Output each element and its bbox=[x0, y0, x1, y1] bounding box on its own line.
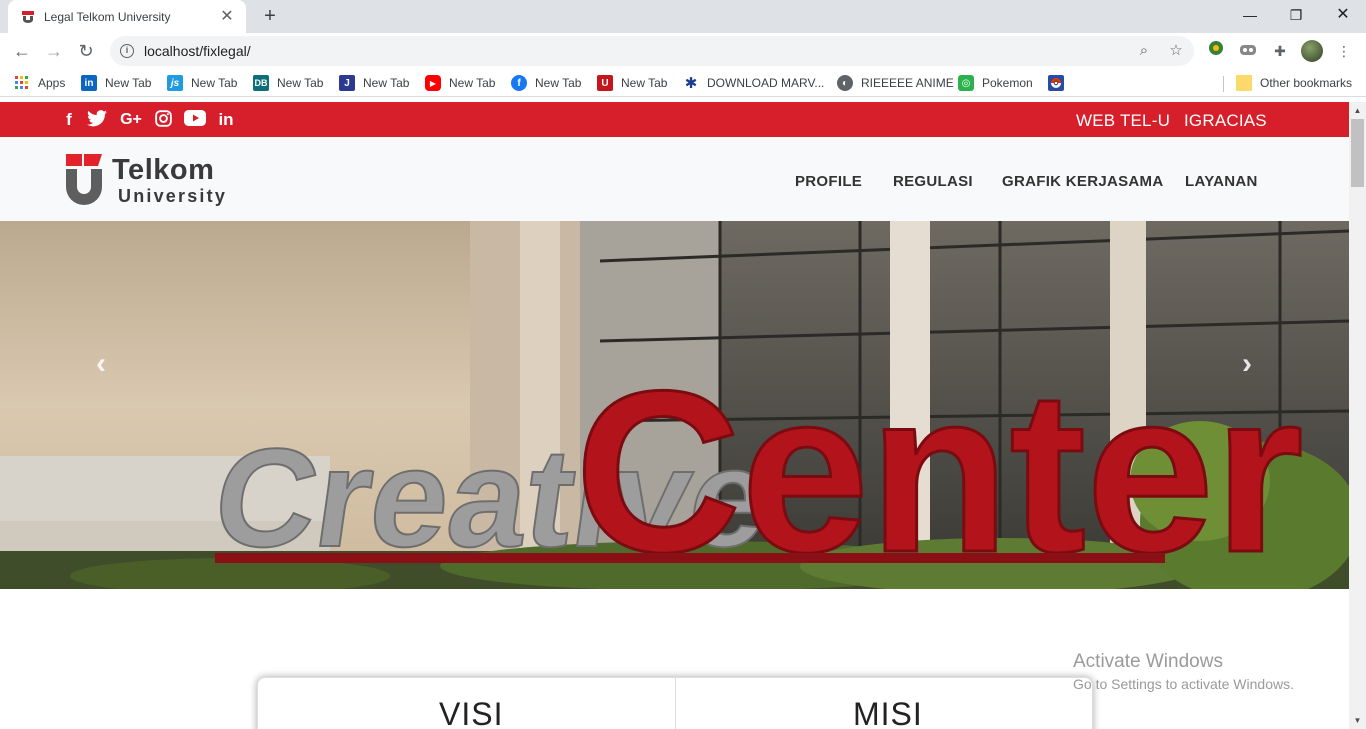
scroll-up-icon[interactable]: ▲ bbox=[1349, 102, 1366, 119]
profile-avatar[interactable] bbox=[1301, 40, 1323, 62]
visi-misi-card: VISI MISI bbox=[257, 677, 1093, 729]
bookmark-anime[interactable]: ◐ RIEEEEE ANIME bbox=[837, 74, 954, 92]
bookmark-star-icon[interactable]: ☆ bbox=[1166, 41, 1186, 61]
zoom-icon[interactable]: ⌕ bbox=[1134, 41, 1154, 61]
reload-button[interactable]: ↻ bbox=[72, 37, 100, 65]
misi-heading: MISI bbox=[853, 696, 923, 729]
bookmark-label: New Tab bbox=[363, 76, 410, 90]
bookmark-linkedin[interactable]: in New Tab bbox=[81, 74, 151, 92]
igracias-link[interactable]: IGRACIAS bbox=[1184, 111, 1267, 131]
pokeball-icon bbox=[1048, 75, 1064, 91]
browser-toolbar: ← → ↻ i localhost/fixlegal/ ⌕ ☆ ✚ ⋮ bbox=[0, 33, 1366, 69]
bookmark-pokemon[interactable]: ◎ Pokemon bbox=[958, 74, 1033, 92]
globe-icon: ◐ bbox=[837, 75, 853, 91]
bookmark-apps[interactable]: Apps bbox=[14, 74, 65, 92]
bookmark-label: New Tab bbox=[105, 76, 152, 90]
linkedin-icon: in bbox=[81, 75, 97, 91]
bookmark-label: DOWNLOAD MARV... bbox=[707, 76, 825, 90]
site-info-icon[interactable]: i bbox=[120, 44, 134, 58]
bookmark-download-marv[interactable]: ✱ DOWNLOAD MARV... bbox=[683, 74, 825, 92]
hero-image: Creative Center bbox=[0, 221, 1349, 589]
pinwheel-icon: ✱ bbox=[684, 75, 698, 92]
url-text: localhost/fixlegal/ bbox=[144, 43, 251, 59]
nav-regulasi[interactable]: REGULASI bbox=[893, 173, 973, 190]
nav-layanan[interactable]: LAYANAN bbox=[1185, 173, 1258, 190]
folder-icon bbox=[1236, 75, 1252, 91]
carousel-prev-icon[interactable]: ‹ bbox=[86, 349, 116, 379]
bookmark-label: RIEEEEE ANIME bbox=[861, 76, 954, 90]
chrome-menu-icon[interactable]: ⋮ bbox=[1333, 40, 1355, 62]
bookmark-label: New Tab bbox=[191, 76, 238, 90]
browser-tab[interactable]: Legal Telkom University ✕ bbox=[8, 0, 246, 33]
extension-mask-icon[interactable] bbox=[1237, 40, 1259, 62]
bookmark-js[interactable]: js New Tab bbox=[167, 74, 237, 92]
nav-profile[interactable]: PROFILE bbox=[795, 173, 862, 190]
telkom-logo-mark-icon bbox=[66, 154, 102, 205]
carousel-next-icon[interactable]: › bbox=[1232, 349, 1262, 379]
address-bar[interactable]: i localhost/fixlegal/ ⌕ ☆ bbox=[110, 36, 1194, 66]
visi-heading: VISI bbox=[439, 696, 504, 729]
dev-icon: DB bbox=[253, 75, 269, 91]
bookmark-label: New Tab bbox=[621, 76, 668, 90]
bookmark-label: Apps bbox=[38, 76, 66, 90]
close-window-button[interactable]: ✕ bbox=[1320, 0, 1366, 30]
minimize-button[interactable]: — bbox=[1227, 0, 1273, 30]
logo-text-university: University bbox=[118, 186, 228, 206]
top-social-bar: f G+ in WEB TEL-U IGRACIAS bbox=[0, 102, 1349, 137]
bookmark-jira[interactable]: J New Tab bbox=[339, 74, 409, 92]
telkom-icon: U bbox=[597, 75, 613, 91]
page-scrollbar[interactable]: ▲ ▼ bbox=[1349, 102, 1366, 729]
extension-globe-icon[interactable] bbox=[1205, 40, 1227, 62]
telkom-favicon-icon bbox=[20, 9, 36, 25]
jira-icon: J bbox=[339, 75, 355, 91]
restore-button[interactable]: ❐ bbox=[1273, 0, 1319, 30]
nav-grafik-kerjasama[interactable]: GRAFIK KERJASAMA bbox=[1002, 173, 1163, 190]
hero-carousel: Creative Center ‹ › bbox=[0, 221, 1349, 589]
other-bookmarks-label: Other bookmarks bbox=[1260, 76, 1353, 90]
youtube-icon[interactable] bbox=[183, 110, 207, 130]
instagram-icon[interactable] bbox=[152, 110, 174, 130]
bookmark-label: Pokemon bbox=[982, 76, 1033, 90]
tab-title: Legal Telkom University bbox=[44, 9, 171, 24]
new-tab-button[interactable]: + bbox=[258, 4, 282, 28]
pokemon-icon: ◎ bbox=[958, 75, 974, 91]
bookmark-facebook[interactable]: f New Tab bbox=[511, 74, 581, 92]
web-telu-link[interactable]: WEB TEL-U bbox=[1076, 111, 1170, 131]
bookmarks-separator bbox=[1223, 76, 1224, 92]
forward-button[interactable]: → bbox=[40, 37, 68, 65]
tab-strip: Legal Telkom University ✕ + — ❐ ✕ bbox=[0, 0, 1366, 33]
tab-close-icon[interactable]: ✕ bbox=[218, 8, 236, 26]
bookmark-label: New Tab bbox=[449, 76, 496, 90]
activate-windows-subtitle: Go to Settings to activate Windows. bbox=[1073, 676, 1294, 692]
twitter-icon[interactable] bbox=[86, 110, 108, 130]
bookmarks-bar: Apps in New Tab js New Tab DB New Tab J … bbox=[0, 69, 1366, 97]
bookmark-youtube[interactable]: ▶ New Tab bbox=[425, 74, 495, 92]
google-plus-icon[interactable]: G+ bbox=[118, 110, 144, 130]
bookmark-telkom[interactable]: U New Tab bbox=[597, 74, 667, 92]
apps-grid-icon bbox=[14, 75, 30, 91]
linkedin-icon[interactable]: in bbox=[215, 110, 237, 130]
telkom-university-logo[interactable]: Telkom University bbox=[64, 152, 234, 208]
bookmark-label: New Tab bbox=[535, 76, 582, 90]
other-bookmarks[interactable]: Other bookmarks bbox=[1236, 74, 1352, 92]
card-divider bbox=[675, 678, 676, 729]
facebook-icon: f bbox=[511, 75, 527, 91]
youtube-icon: ▶ bbox=[425, 75, 441, 91]
scroll-down-icon[interactable]: ▼ bbox=[1349, 712, 1366, 729]
scrollbar-thumb[interactable] bbox=[1351, 119, 1364, 187]
bookmark-label: New Tab bbox=[277, 76, 324, 90]
activate-windows-title: Activate Windows bbox=[1073, 651, 1223, 672]
facebook-icon[interactable]: f bbox=[58, 110, 80, 130]
js-icon: js bbox=[167, 75, 183, 91]
sign-word-center: Center bbox=[575, 343, 1304, 589]
extensions-puzzle-icon[interactable]: ✚ bbox=[1269, 40, 1291, 62]
bookmark-pokeball[interactable] bbox=[1048, 74, 1072, 92]
web-page: f G+ in WEB TEL-U IGRACIAS Telkom Univer… bbox=[0, 102, 1349, 729]
logo-text-telkom: Telkom bbox=[112, 154, 215, 186]
back-button[interactable]: ← bbox=[8, 37, 36, 65]
main-navbar: Telkom University PROFILE REGULASI GRAFI… bbox=[0, 137, 1349, 221]
bookmark-dev[interactable]: DB New Tab bbox=[253, 74, 323, 92]
